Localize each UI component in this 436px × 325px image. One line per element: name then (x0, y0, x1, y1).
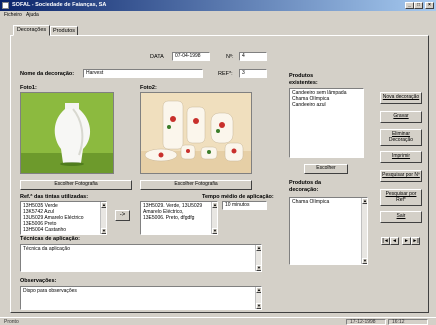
app-icon (2, 2, 9, 9)
produtos-decoracao-label-2: decoração: (289, 187, 319, 193)
add-tinta-button[interactable]: -> (115, 210, 130, 221)
produtos-existentes-list[interactable]: Candeeiro sem lâmpada Chama Olímpica Can… (289, 88, 364, 158)
foto1-label: Foto1: (20, 85, 37, 91)
window-title: SOFAL - Sociedade de Faianças, SA (12, 2, 107, 8)
obs-scrollbar[interactable]: ▲ ▼ (255, 287, 261, 309)
nome-label: Nome da decoração: (20, 71, 75, 77)
escolher-foto1-button[interactable]: Escolher Fotografia (20, 180, 132, 190)
ref-label: REF*: (218, 71, 233, 77)
num-field[interactable]: 4 (239, 52, 267, 61)
scroll-down-icon[interactable]: ▼ (256, 265, 261, 271)
scroll-down-icon[interactable]: ▼ (362, 258, 367, 264)
sair-label: Sair (396, 213, 406, 220)
tecnicas-scrollbar[interactable]: ▲ ▼ (255, 245, 261, 271)
pesquisar-ref-button[interactable]: Pesquisar por Ref* (380, 189, 422, 206)
title-bar: SOFAL - Sociedade de Faianças, SA _ □ × (0, 0, 436, 11)
nova-decoracao-button[interactable]: Nova decoração (380, 92, 422, 104)
maximize-button[interactable]: □ (414, 2, 423, 9)
escolher-produto-button[interactable]: Escolher (304, 164, 348, 174)
next-icon: ► (404, 238, 409, 244)
gravar-label: Gravar (393, 113, 409, 120)
gravar-button[interactable]: Gravar (380, 111, 422, 123)
tintas-scrollbar[interactable]: ▲ ▼ (100, 202, 106, 234)
pesquisar-numero-button[interactable]: Pesquisar por Nº (380, 170, 422, 182)
obs-text: Dispo para observações (23, 288, 77, 294)
status-time: 16:12 (392, 319, 405, 325)
imprimir-label: Imprimir (391, 153, 411, 160)
minimize-button[interactable]: _ (405, 2, 414, 9)
status-bar: Pronto 17-12-1998 16:12 (0, 317, 436, 325)
escolher-produto-label: Escolher (316, 165, 336, 172)
prev-record-button[interactable]: ◄ (390, 237, 399, 245)
tintas-sel-scrollbar[interactable]: ▲ ▼ (211, 202, 217, 234)
imprimir-button[interactable]: Imprimir (380, 151, 422, 163)
obs-textarea[interactable]: Dispo para observações ▲ ▼ (20, 286, 262, 310)
scroll-up-icon[interactable]: ▲ (256, 245, 261, 251)
produtos-decoracao-list[interactable]: Chama Olímpica ▲ ▼ (289, 197, 368, 265)
tab-decoracoes[interactable]: Decorações (13, 25, 50, 36)
escolher-foto1-label: Escolher Fotografia (54, 181, 98, 188)
nova-decoracao-label: Nova decoração (382, 94, 420, 101)
ceramics-photo-icon (141, 93, 251, 173)
ref-field[interactable]: 3 (239, 69, 267, 78)
list-item[interactable]: Chama Olímpica (292, 199, 365, 205)
produtos-existentes-label-2: existentes: (289, 80, 318, 86)
tempo-label: Tempo médio de aplicação: (202, 194, 274, 200)
data-label: DATA (150, 54, 164, 60)
list-item[interactable]: 13H5029. Verde, 13U5029 Amarelo Eléctric… (143, 203, 215, 215)
last-icon: ►| (412, 238, 419, 244)
scroll-up-icon[interactable]: ▲ (101, 202, 106, 208)
foto2-label: Foto2: (140, 85, 157, 91)
tintas-list[interactable]: 13H5035 Verde 13K5742 Azul 13U5029 Amare… (20, 201, 107, 235)
menu-ficheiro[interactable]: Ficheiro (4, 12, 22, 18)
scroll-up-icon[interactable]: ▲ (362, 198, 367, 204)
status-text: Pronto (4, 319, 19, 325)
nome-field[interactable]: Harvest (83, 69, 203, 78)
produtos-decoracao-scrollbar[interactable]: ▲ ▼ (361, 198, 367, 264)
close-button[interactable]: × (425, 2, 434, 9)
pesquisar-ref-label-2: Ref* (396, 196, 406, 203)
scroll-down-icon[interactable]: ▼ (256, 303, 261, 309)
menu-bar: Ficheiro Ajuda (0, 11, 436, 19)
status-date: 17-12-1998 (350, 319, 376, 325)
list-item[interactable]: 13E5006. Preto, dfgdfg (143, 215, 215, 221)
pesquisar-numero-label: Pesquisar por Nº (382, 172, 420, 179)
eliminar-label-2: Decoração (388, 136, 414, 143)
foto1-image (20, 92, 114, 174)
tintas-selecionadas-list[interactable]: 13H5029. Verde, 13U5029 Amarelo Eléctric… (140, 201, 218, 235)
escolher-foto2-button[interactable]: Escolher Fotografia (140, 180, 252, 190)
tecnicas-text: Técnica da aplicação (23, 246, 70, 252)
first-icon: |◄ (382, 238, 389, 244)
scroll-down-icon[interactable]: ▼ (101, 228, 106, 234)
vase-photo-icon (21, 93, 113, 173)
arrow-right-icon: -> (119, 211, 126, 218)
prev-icon: ◄ (392, 238, 397, 244)
sair-button[interactable]: Sair (380, 211, 422, 223)
num-label: Nº: (226, 54, 234, 60)
tempo-field[interactable]: 10 minutos (222, 201, 267, 210)
tecnicas-textarea[interactable]: Técnica da aplicação ▲ ▼ (20, 244, 262, 272)
escolher-foto2-label: Escolher Fotografia (174, 181, 218, 188)
list-item[interactable]: Candeeiro azul (292, 102, 361, 108)
tintas-label: Ref.ª das tintas utilizadas: (20, 194, 89, 200)
menu-ajuda[interactable]: Ajuda (26, 12, 39, 18)
eliminar-decoracao-button[interactable]: Eliminar Decoração (380, 129, 422, 146)
first-record-button[interactable]: |◄ (381, 237, 390, 245)
tecnicas-label: Técnicas de aplicação: (20, 236, 80, 242)
data-field[interactable]: 07-04-1998 (172, 52, 210, 61)
foto2-image (140, 92, 252, 174)
next-record-button[interactable]: ► (402, 237, 411, 245)
scroll-down-icon[interactable]: ▼ (212, 228, 217, 234)
obs-label: Observações: (20, 278, 57, 284)
scroll-up-icon[interactable]: ▲ (212, 202, 217, 208)
list-item[interactable]: 13H5004 Castanho (23, 227, 104, 233)
last-record-button[interactable]: ►| (411, 237, 420, 245)
scroll-up-icon[interactable]: ▲ (256, 287, 261, 293)
produtos-decoracao-label-1: Produtos da (289, 180, 322, 186)
produtos-existentes-label-1: Produtos (289, 73, 314, 79)
